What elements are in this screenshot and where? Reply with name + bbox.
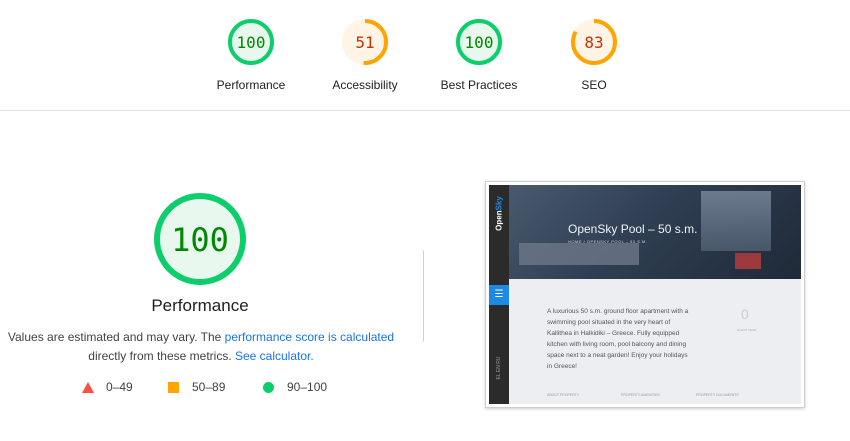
footer-link: PROPERTY AMENITIES [621, 393, 660, 397]
hero-image: OpenSky Pool – 50 s.m. HOME / OPENSKY PO… [509, 185, 801, 279]
performance-description: Values are estimated and may vary. The p… [0, 328, 402, 366]
hero-breadcrumb: HOME / OPENSKY POOL – 50 S.M. [568, 239, 648, 244]
hero-furniture [519, 243, 639, 265]
language-switcher: EL EN RU [496, 356, 502, 380]
gauge-best-practices[interactable]: 100 Best Practices [424, 18, 534, 92]
performance-summary: 100 Performance Values are estimated and… [0, 110, 415, 441]
category-gauges: 100 Performance 51 Accessibility 100 Bes… [0, 0, 850, 111]
site-sidebar: OpenSky ☰ EL EN RU [489, 185, 509, 404]
legend-average-range: 50–89 [192, 380, 226, 394]
performance-main-score: 100 [171, 221, 229, 259]
performance-main-gauge: 100 [154, 193, 246, 285]
gauge-seo[interactable]: 83 SEO [539, 18, 649, 92]
gauge-best-practices-ring: 100 [456, 19, 502, 65]
circle-icon [263, 382, 274, 393]
footer-link: PROPERTY DOCUMENTS [696, 393, 739, 397]
site-content: A luxurious 50 s.m. ground floor apartme… [509, 279, 801, 404]
description-text-2: directly from these metrics. [88, 349, 235, 363]
gauge-best-practices-score: 100 [465, 33, 494, 52]
gauge-best-practices-label: Best Practices [440, 78, 518, 92]
square-icon [168, 382, 179, 393]
gauge-performance-ring: 100 [228, 19, 274, 65]
stat-number: 0 [741, 306, 749, 322]
footer-link: ABOUT PROPERTY [547, 393, 580, 397]
hero-red-cushion [735, 253, 761, 269]
property-description: A luxurious 50 s.m. ground floor apartme… [547, 308, 689, 370]
logo-text-open: Open [494, 210, 504, 231]
site-logo: OpenSky [495, 190, 504, 238]
gauge-accessibility-label: Accessibility [332, 78, 398, 92]
gauge-seo-ring: 83 [571, 19, 617, 65]
legend-pass-range: 90–100 [287, 380, 328, 394]
gauge-seo-label: SEO [581, 78, 607, 92]
gauge-performance-label: Performance [216, 78, 286, 92]
vertical-divider [423, 250, 424, 342]
gauge-performance[interactable]: 100 Performance [196, 18, 306, 92]
gauge-accessibility-score: 51 [355, 33, 374, 52]
gauge-accessibility-ring: 51 [342, 19, 388, 65]
performance-title: Performance [151, 296, 249, 315]
menu-icon: ☰ [489, 285, 509, 305]
stat-label: GUEST YEAR [737, 328, 757, 332]
legend-fail-range: 0–49 [106, 380, 133, 394]
description-text-1: Values are estimated and may vary. The [7, 330, 225, 344]
final-screenshot: OpenSky ☰ EL EN RU OpenSky Pool – 50 s.m… [485, 181, 805, 408]
triangle-icon [82, 382, 94, 393]
gauge-accessibility[interactable]: 51 Accessibility [310, 18, 420, 92]
hero-title: OpenSky Pool – 50 s.m. [568, 222, 698, 236]
logo-text-sky: Sky [494, 196, 504, 211]
hero-window [701, 191, 771, 251]
gauge-performance-score: 100 [237, 33, 266, 52]
gauge-seo-score: 83 [584, 33, 603, 52]
see-calculator-link[interactable]: See calculator. [235, 349, 314, 363]
performance-score-link[interactable]: performance score is calculated [225, 330, 394, 344]
